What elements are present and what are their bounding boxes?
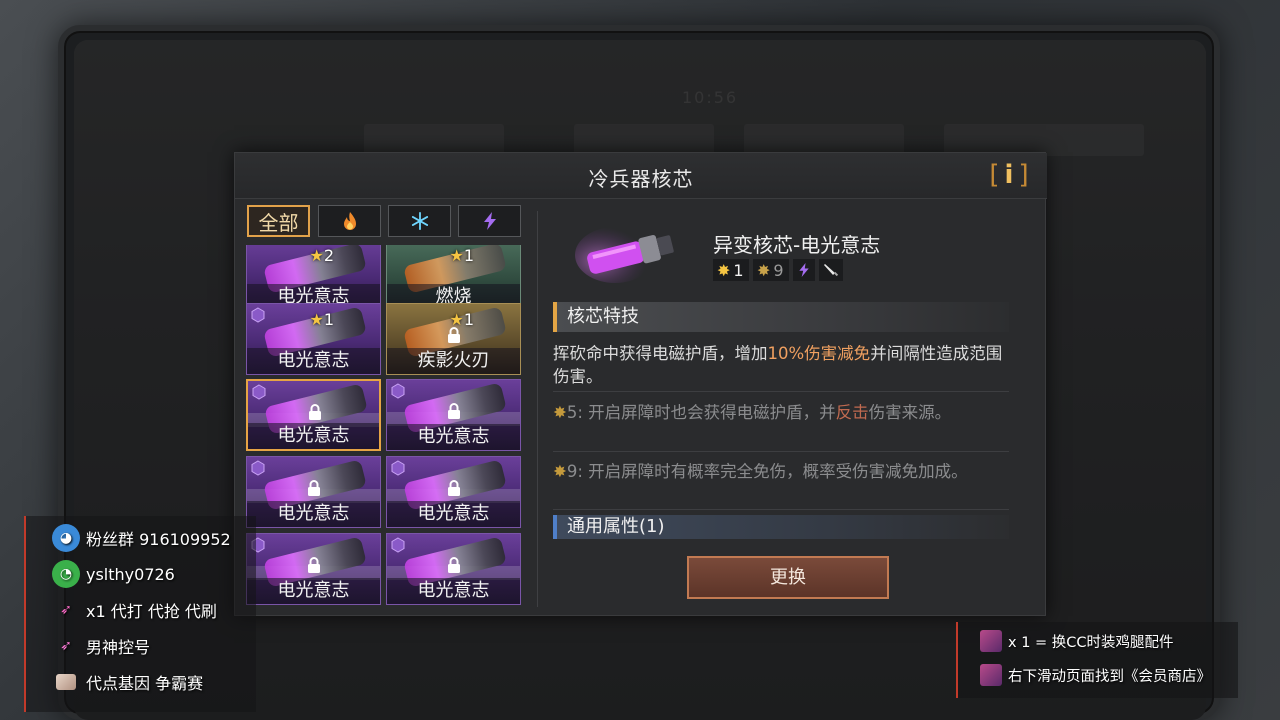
- star-icon: ✸: [717, 260, 731, 280]
- fire-icon: [343, 212, 356, 230]
- core-card[interactable]: 电光意志: [386, 456, 521, 528]
- bracket-left-icon: [: [989, 160, 1000, 190]
- core-skill-section-title: 核芯特技: [553, 302, 1009, 332]
- star-icon: ✸: [553, 403, 567, 422]
- core-card[interactable]: 电光意志: [246, 533, 381, 605]
- ticket-icon: [980, 630, 1002, 652]
- stream-promo-overlay: x 1 = 换CC时装鸡腿配件 右下滑动页面找到《会员商店》: [956, 622, 1238, 698]
- overlay-row: x 1 = 换CC时装鸡腿配件: [980, 630, 1174, 652]
- divider: [553, 509, 1009, 510]
- core-detail-name: 异变核芯-电光意志: [713, 233, 881, 257]
- core-card[interactable]: ★2 电光意志: [246, 245, 381, 311]
- max-star-chip: ✸ 9: [753, 259, 789, 281]
- core-card-name: 电光意志: [247, 501, 380, 527]
- rocket-icon: ➶: [60, 602, 72, 618]
- panel-divider: [537, 211, 538, 607]
- divider: [553, 451, 1009, 452]
- core-card[interactable]: ★1 疾影火刃: [386, 303, 521, 375]
- core-card-name: 电光意志: [248, 423, 379, 449]
- core-card-name: 电光意志: [387, 424, 520, 450]
- info-button[interactable]: [i]: [989, 159, 1029, 191]
- star9-effect-description: ✸9: 开启屏障时有概率完全免伤，概率受伤害减免加成。: [553, 462, 968, 481]
- tab-ice[interactable]: [388, 205, 451, 237]
- hex-badge-icon: [391, 537, 405, 553]
- core-card[interactable]: 电光意志: [386, 533, 521, 605]
- lock-icon: [448, 480, 460, 496]
- ticket-icon: [52, 668, 80, 696]
- core-stat-chips: ✸ 1 ✸ 9: [713, 259, 843, 281]
- element-chip: [793, 259, 815, 281]
- dialog-header: 冷兵器核芯 [i]: [235, 153, 1047, 199]
- overlay-row: ➶ 男神控号: [52, 632, 150, 660]
- core-card[interactable]: 电光意志: [386, 379, 521, 451]
- ticket-icon: [980, 664, 1002, 686]
- core-card-name: 电光意志: [387, 578, 520, 604]
- core-skill-description: 挥砍命中获得电磁护盾，增加10%伤害减免并间隔性造成范围伤害。: [553, 344, 1003, 386]
- lock-icon: [309, 404, 321, 420]
- core-item-large-icon: [575, 227, 674, 283]
- overlay-row: ◕ 粉丝群 916109952: [52, 524, 231, 552]
- tab-lightning[interactable]: [458, 205, 521, 237]
- qq-icon: ◕: [52, 524, 80, 552]
- replace-button[interactable]: 更换: [687, 556, 889, 599]
- star-count: ★1: [449, 246, 474, 265]
- overlay-row: ➶ x1 代打 代抢 代刷: [52, 596, 217, 624]
- tab-all[interactable]: 全部: [247, 205, 310, 237]
- lock-icon: [308, 557, 320, 573]
- hex-badge-icon: [391, 460, 405, 476]
- lock-icon: [448, 403, 460, 419]
- lock-icon: [308, 480, 320, 496]
- knife-icon: [824, 264, 839, 277]
- lock-icon: [448, 557, 460, 573]
- core-card[interactable]: ★1 燃烧: [386, 245, 521, 311]
- lightning-icon: [799, 263, 809, 277]
- rocket-icon: ➶: [60, 638, 72, 654]
- star-count: ★2: [309, 246, 334, 265]
- star5-effect-description: ✸5: 开启屏障时也会获得电磁护盾，并反击伤害来源。: [553, 403, 952, 422]
- bracket-right-icon: ]: [1018, 160, 1029, 190]
- info-icon: i: [1004, 160, 1014, 190]
- tab-fire[interactable]: [318, 205, 381, 237]
- general-attributes-section-title: 通用属性(1): [553, 515, 1009, 539]
- core-card[interactable]: 电光意志: [246, 456, 381, 528]
- hex-badge-icon: [391, 383, 405, 399]
- wechat-icon: ◔: [52, 560, 80, 588]
- hex-badge-icon: [251, 307, 265, 323]
- weapon-type-chip: [819, 259, 843, 281]
- star-icon: ✸: [553, 462, 567, 481]
- core-card-selected[interactable]: 电光意志: [246, 379, 381, 451]
- core-card-name: 疾影火刃: [387, 348, 520, 374]
- star-count: ★1: [449, 310, 474, 329]
- current-star-chip: ✸ 1: [713, 259, 749, 281]
- core-card-name: 电光意志: [247, 348, 380, 374]
- hex-badge-icon: [251, 460, 265, 476]
- overlay-row: 右下滑动页面找到《会员商店》: [980, 664, 1211, 686]
- divider: [553, 391, 1009, 392]
- hex-badge-icon: [252, 384, 266, 400]
- dialog-title: 冷兵器核芯: [588, 167, 694, 191]
- overlay-row: ◔ yslthy0726: [52, 560, 175, 588]
- core-card-name: 电光意志: [387, 501, 520, 527]
- overlay-row: 代点基因 争霸赛: [52, 668, 203, 696]
- tab-all-label: 全部: [258, 210, 299, 235]
- star-count: ★1: [309, 310, 334, 329]
- snowflake-icon: [411, 212, 428, 230]
- core-card-name: 电光意志: [247, 578, 380, 604]
- stream-info-overlay: ◕ 粉丝群 916109952 ◔ yslthy0726 ➶ x1 代打 代抢 …: [24, 516, 256, 712]
- cold-weapon-core-dialog: 冷兵器核芯 [i] 全部 ★2 电光意志 ★1 燃烧 ★1 电光意志 ★1 疾影…: [234, 152, 1047, 616]
- core-grid: ★2 电光意志 ★1 燃烧 ★1 电光意志 ★1 疾影火刃 电光意志 电光意志 …: [245, 245, 523, 605]
- core-card[interactable]: ★1 电光意志: [246, 303, 381, 375]
- star-icon: ✸: [757, 260, 771, 280]
- lightning-icon: [483, 212, 496, 230]
